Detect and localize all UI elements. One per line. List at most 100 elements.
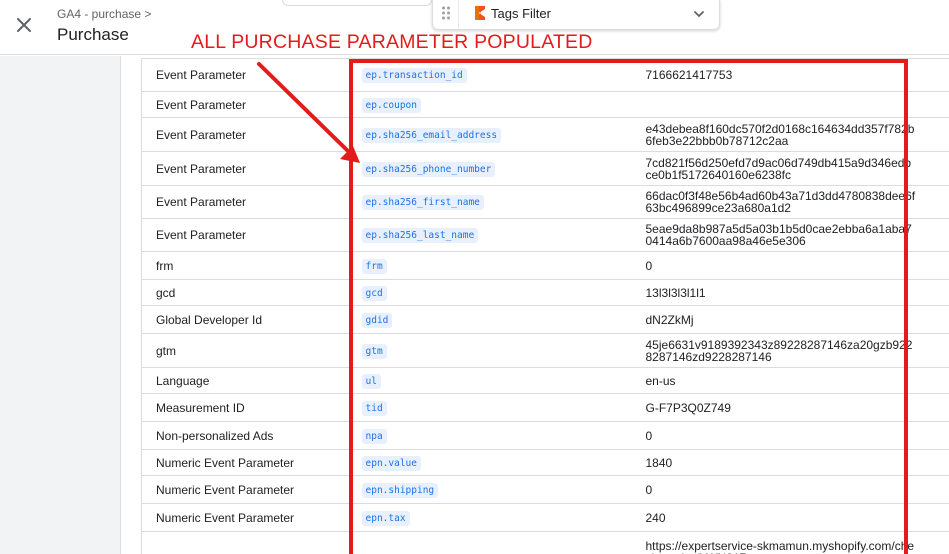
- param-value-text: 240: [645, 510, 666, 525]
- param-name-cell: Measurement ID: [141, 393, 342, 422]
- table-row: Language ul en-us: [141, 367, 949, 394]
- param-name-cell: Event Parameter: [141, 218, 342, 252]
- param-value-cell: 45je6631v9189392343z89228287146za20gzb92…: [631, 333, 949, 368]
- table-row: Numeric Event Parameter epn.tax 240: [141, 503, 949, 532]
- param-key-chip: ep.coupon: [361, 97, 421, 113]
- param-value-cell: en-us: [631, 367, 949, 394]
- param-key-chip: ep.sha256_last_name: [361, 228, 479, 243]
- param-key-cell: epn.value: [341, 449, 632, 476]
- drag-handle-icon[interactable]: [433, 0, 459, 29]
- param-value-text: 45je6631v9189392343z89228287146za20gzb92…: [645, 337, 913, 364]
- param-key-cell: [341, 531, 632, 554]
- table-row: Numeric Event Parameter epn.shipping 0: [141, 475, 949, 504]
- param-value-text: 0: [645, 428, 653, 443]
- tags-filter-label: Tags Filter: [491, 5, 551, 21]
- param-name-cell: Numeric Event Parameter: [141, 475, 342, 504]
- page-title: Purchase: [57, 25, 129, 44]
- param-key-chip: frm: [361, 258, 387, 274]
- param-value-text: 13l3l3l3l1l1: [645, 285, 706, 300]
- param-name-cell: Language: [141, 367, 342, 394]
- chevron-down-icon: [694, 11, 704, 18]
- param-value-text: 7166621417753: [645, 68, 733, 82]
- tag-assistant-icon: [473, 5, 487, 21]
- param-value-cell: e43debea8f160dc570f2d0168c164634dd357f78…: [631, 117, 949, 152]
- param-value-cell: 0: [631, 421, 949, 450]
- content-area: Event Parameter ep.transaction_id 71666214…: [0, 56, 949, 554]
- param-value-cell: G-F7P3Q0Z749: [631, 393, 949, 422]
- table-row: Event Parameter ep.sha256_last_name 5eae9d…: [141, 218, 949, 252]
- param-name-cell: Numeric Event Parameter: [141, 503, 342, 532]
- details-panel: Event Parameter ep.transaction_id 71666214…: [120, 56, 949, 554]
- param-name-cell: Event Parameter: [141, 58, 342, 92]
- param-key-cell: gtm: [341, 333, 632, 368]
- param-name-cell: [141, 531, 342, 554]
- param-key-cell: ep.sha256_phone_number: [341, 151, 632, 186]
- param-value-cell: 0: [631, 475, 949, 504]
- table-row: frm frm 0: [141, 251, 949, 280]
- param-key-chip: ep.transaction_id: [361, 68, 467, 83]
- param-key-cell: npa: [341, 421, 632, 450]
- table-row: Event Parameter ep.sha256_phone_number 7cd…: [141, 151, 949, 186]
- table-row: Measurement ID tid G-F7P3Q0Z749: [141, 393, 949, 422]
- table-row: Event Parameter ep.transaction_id 71666214…: [141, 58, 949, 92]
- table-row: Global Developer Id gdid dN2ZkMj: [141, 305, 949, 334]
- param-name-cell: frm: [141, 251, 342, 280]
- param-key-chip: npa: [361, 428, 387, 444]
- param-key-cell: ep.sha256_first_name: [341, 185, 632, 219]
- param-value-text: 0: [645, 258, 653, 273]
- param-name-cell: Global Developer Id: [141, 305, 342, 334]
- param-value-cell: https://expertservice-skmamun.myshopify.…: [631, 531, 949, 554]
- param-value-cell: 66dac0f3f48e56b4ad60b43a71d3dd4780838dee…: [631, 185, 949, 219]
- param-key-cell: ep.coupon: [341, 91, 632, 118]
- param-key-cell: ep.sha256_email_address: [341, 117, 632, 152]
- table-row: Event Parameter ep.sha256_email_address e4…: [141, 117, 949, 152]
- param-value-text: e43debea8f160dc570f2d0168c164634dd357f78…: [645, 121, 915, 148]
- param-name-cell: gtm: [141, 333, 342, 368]
- param-value-text: 1840: [645, 455, 673, 470]
- param-value-text: 5eae9da8b987a5d5a03b1b5d0cae2ebba6a1aba7…: [645, 222, 912, 248]
- param-key-chip: ul: [361, 373, 381, 389]
- param-key-cell: tid: [341, 393, 632, 422]
- param-value-text: 7cd821f56d250efd7d9ac06d749db415a9d346ed…: [645, 155, 912, 182]
- param-key-cell: gdid: [341, 305, 632, 334]
- table-row: https://expertservice-skmamun.myshopify.…: [141, 531, 949, 554]
- table-row: Numeric Event Parameter epn.value 1840: [141, 449, 949, 476]
- table-row: Event Parameter ep.sha256_first_name 66dac…: [141, 185, 949, 219]
- param-key-chip: epn.tax: [361, 510, 410, 526]
- param-key-cell: epn.shipping: [341, 475, 632, 504]
- param-value-text: en-us: [645, 373, 676, 388]
- table-row: gtm gtm 45je6631v9189392343z89228287146za2…: [141, 333, 949, 368]
- close-button[interactable]: [10, 11, 38, 39]
- tags-filter-dropdown[interactable]: Tags Filter: [432, 0, 720, 30]
- table-row: Event Parameter ep.coupon: [141, 91, 949, 118]
- parameters-table: Event Parameter ep.transaction_id 71666214…: [141, 58, 949, 554]
- param-key-cell: epn.tax: [341, 503, 632, 532]
- param-key-cell: gcd: [341, 279, 632, 306]
- param-key-cell: ul: [341, 367, 632, 394]
- param-value-cell: [631, 91, 949, 118]
- param-name-cell: Numeric Event Parameter: [141, 449, 342, 476]
- breadcrumb[interactable]: GA4 - purchase >: [57, 7, 151, 21]
- param-value-cell: 0: [631, 251, 949, 280]
- param-value-text: https://expertservice-skmamun.myshopify.…: [645, 538, 915, 554]
- param-value-cell: 7166621417753: [631, 58, 949, 92]
- table-row: gcd gcd 13l3l3l3l1l1: [141, 279, 949, 306]
- param-name-cell: gcd: [141, 279, 342, 306]
- param-value-cell: 5eae9da8b987a5d5a03b1b5d0cae2ebba6a1aba7…: [631, 218, 949, 252]
- param-key-chip: tid: [361, 400, 387, 416]
- param-key-chip: gtm: [361, 343, 387, 359]
- param-value-cell: 7cd821f56d250efd7d9ac06d749db415a9d346ed…: [631, 151, 949, 186]
- param-key-chip: epn.value: [361, 455, 421, 471]
- param-key-chip: ep.sha256_first_name: [361, 195, 484, 210]
- table-row: Non-personalized Ads npa 0: [141, 421, 949, 450]
- param-key-chip: gcd: [361, 285, 387, 301]
- param-value-cell: 1840: [631, 449, 949, 476]
- param-key-chip: epn.shipping: [361, 482, 439, 498]
- param-name-cell: Event Parameter: [141, 91, 342, 118]
- param-name-cell: Event Parameter: [141, 151, 342, 186]
- param-key-cell: ep.sha256_last_name: [341, 218, 632, 252]
- param-name-cell: Non-personalized Ads: [141, 421, 342, 450]
- param-value-text: dN2ZkMj: [645, 312, 694, 327]
- param-value-text: 0: [645, 482, 653, 497]
- tab-indicator: [282, 0, 432, 6]
